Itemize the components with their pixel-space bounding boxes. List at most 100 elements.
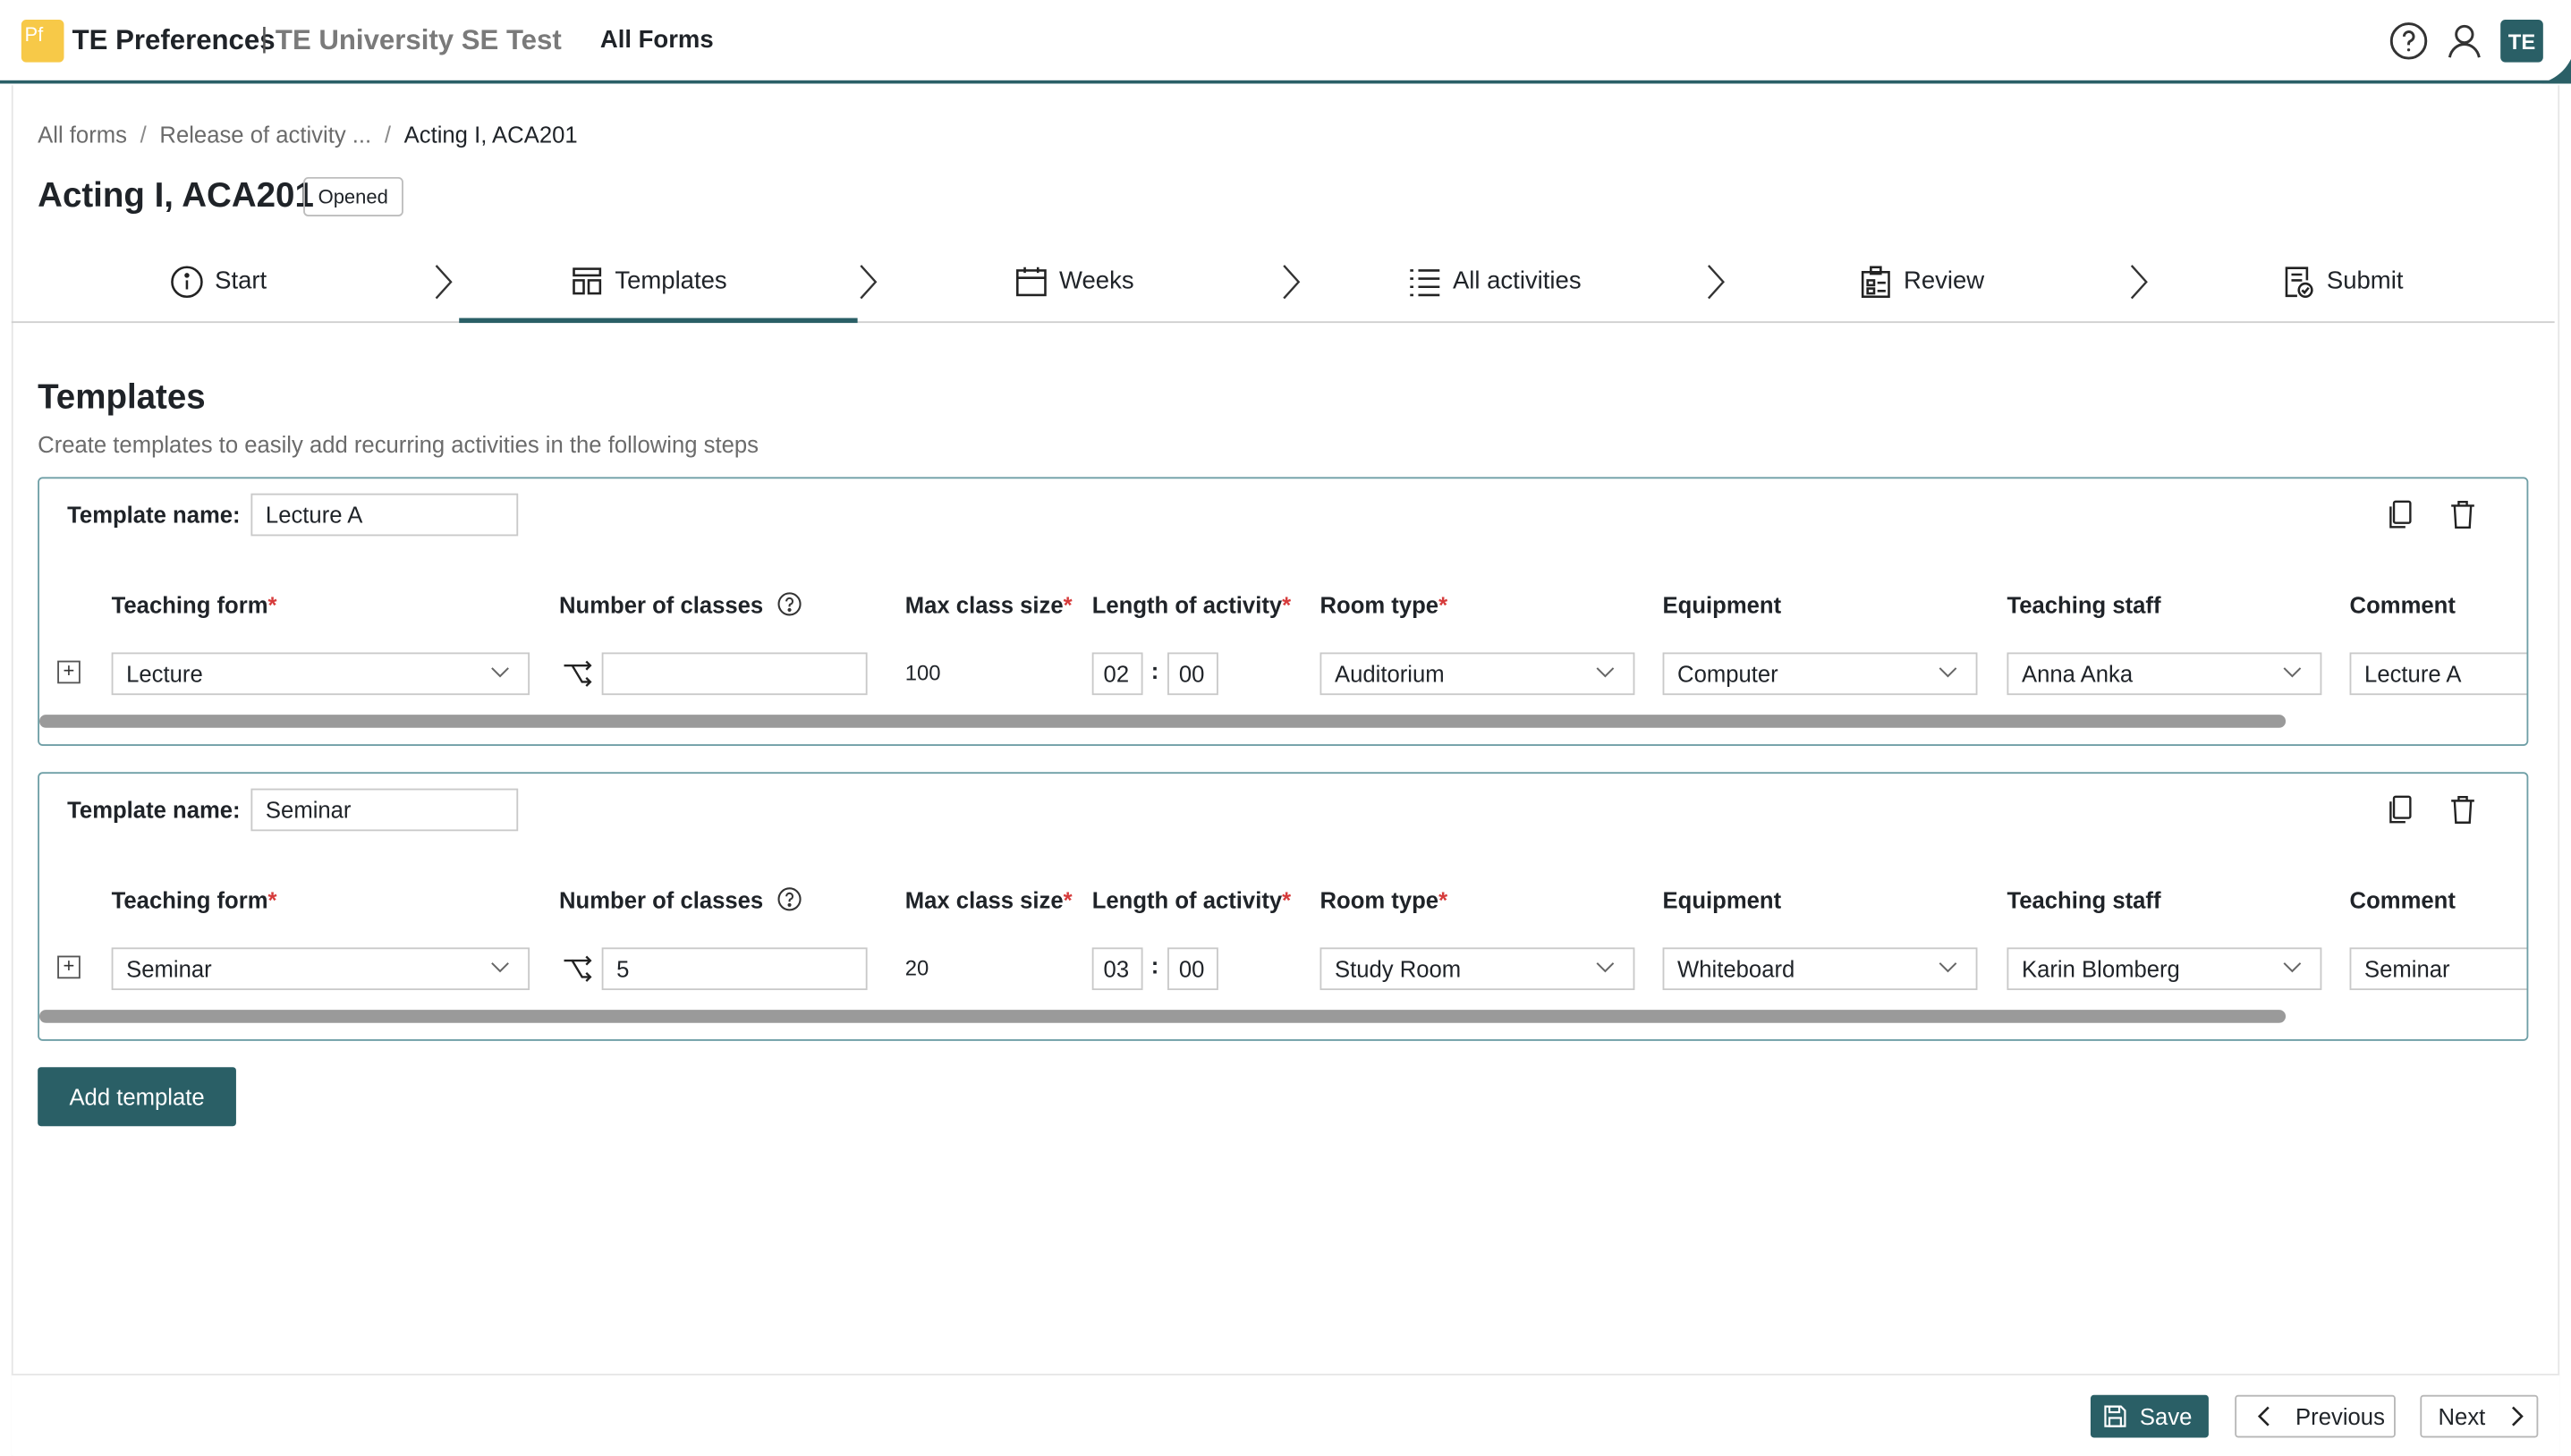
split-icon[interactable]	[563, 659, 592, 689]
avatar[interactable]: TE	[2500, 19, 2543, 63]
question-icon[interactable]	[776, 887, 801, 911]
template-card: Template name: Teaching form* Number of …	[38, 772, 2529, 1041]
section-subtitle: Create templates to easily add recurring…	[38, 431, 759, 458]
breadcrumb: All forms / Release of activity ... / Ac…	[38, 122, 577, 148]
step-label: Review	[1903, 267, 1985, 295]
page-title: Acting I, ACA201	[38, 176, 314, 216]
org-name: TE University SE Test	[275, 24, 562, 56]
breadcrumb-separator: /	[384, 121, 391, 148]
trash-icon[interactable]	[2449, 500, 2475, 529]
next-label: Next	[2438, 1402, 2486, 1430]
length-hours-input[interactable]	[1091, 652, 1143, 696]
room-type-select[interactable]: Auditorium	[1319, 652, 1635, 696]
teaching-staff-select[interactable]: Karin Blomberg	[2007, 947, 2322, 991]
chevron-down-icon	[1596, 962, 1615, 973]
save-icon	[2104, 1405, 2126, 1427]
split-icon[interactable]	[563, 954, 592, 984]
template-name-label: Template name:	[67, 501, 241, 529]
teaching-form-select[interactable]: Lecture	[111, 652, 530, 696]
step-all-activities[interactable]: All activities	[1408, 240, 1582, 323]
teaching-form-select[interactable]: Seminar	[111, 947, 530, 991]
previous-button[interactable]: Previous	[2235, 1394, 2396, 1438]
chevron-right-icon	[1707, 265, 1725, 300]
add-template-button[interactable]: Add template	[38, 1067, 236, 1127]
header-teaching-form: Teaching form*	[111, 886, 277, 913]
horizontal-scrollbar[interactable]	[38, 1010, 2287, 1023]
breadcrumb-current: Acting I, ACA201	[403, 121, 578, 148]
status-badge: Opened	[303, 176, 403, 216]
previous-label: Previous	[2295, 1402, 2385, 1430]
step-submit[interactable]: Submit	[2282, 240, 2403, 323]
copy-icon[interactable]	[2388, 500, 2414, 529]
header-room-type: Room type*	[1319, 886, 1448, 913]
equipment-select[interactable]: Whiteboard	[1662, 947, 1978, 991]
step-start[interactable]: Start	[171, 240, 267, 323]
header-length-of-activity: Length of activity*	[1091, 886, 1292, 913]
step-label: Start	[215, 267, 267, 295]
chevron-left-icon	[2257, 1406, 2270, 1426]
chevron-down-icon	[2283, 667, 2302, 678]
length-minutes-input[interactable]	[1167, 947, 1218, 991]
header-corner-accent	[2541, 58, 2571, 84]
app-logo: Pf	[21, 19, 64, 63]
header-max-class-size: Max class size*	[904, 886, 1073, 913]
room-type-select[interactable]: Study Room	[1319, 947, 1635, 991]
expand-icon[interactable]: +	[57, 955, 81, 979]
chevron-down-icon	[1939, 667, 1957, 678]
expand-icon[interactable]: +	[57, 660, 81, 684]
chevron-down-icon	[1596, 667, 1615, 678]
template-card: Template name: Teaching form* Number of …	[38, 477, 2529, 746]
template-name-label: Template name:	[67, 796, 241, 824]
question-icon[interactable]	[776, 592, 801, 616]
header-length-of-activity: Length of activity*	[1091, 591, 1292, 619]
equipment-select[interactable]: Computer	[1662, 652, 1978, 696]
help-icon[interactable]	[2389, 21, 2429, 61]
step-label: Weeks	[1059, 267, 1134, 295]
length-minutes-input[interactable]	[1167, 652, 1218, 696]
header-teaching-staff: Teaching staff	[2007, 886, 2161, 913]
number-of-classes-input[interactable]	[601, 652, 868, 696]
nav-all-forms[interactable]: All Forms	[600, 26, 714, 54]
breadcrumb-release[interactable]: Release of activity ...	[159, 122, 371, 148]
save-button[interactable]: Save	[2090, 1394, 2209, 1438]
step-label: Templates	[615, 267, 727, 295]
trash-icon[interactable]	[2449, 795, 2475, 825]
step-navigation: Start Templates Weeks All activities Rev…	[11, 240, 2555, 324]
info-icon	[171, 265, 203, 298]
template-name-input[interactable]	[250, 788, 519, 832]
length-hours-input[interactable]	[1091, 947, 1143, 991]
number-of-classes-input[interactable]	[601, 947, 868, 991]
chevron-down-icon	[2283, 962, 2302, 973]
chevron-right-icon	[1283, 265, 1301, 300]
chevron-right-icon	[2511, 1406, 2524, 1426]
horizontal-scrollbar[interactable]	[38, 715, 2287, 728]
copy-icon[interactable]	[2388, 795, 2414, 825]
review-icon	[1861, 265, 1890, 298]
header-teaching-form: Teaching form*	[111, 591, 277, 619]
header-room-type: Room type*	[1319, 591, 1448, 619]
step-review[interactable]: Review	[1860, 240, 1985, 323]
header-number-of-classes: Number of classes	[559, 887, 801, 913]
chevron-down-icon	[1939, 962, 1957, 973]
chevron-down-icon	[491, 667, 509, 678]
submit-icon	[2285, 266, 2313, 298]
chevron-right-icon	[435, 265, 453, 300]
template-name-input[interactable]	[250, 493, 519, 537]
step-templates[interactable]: Templates	[571, 240, 727, 323]
time-colon: :	[1150, 952, 1159, 979]
next-button[interactable]: Next	[2420, 1394, 2539, 1438]
app-title[interactable]: TE Preferences	[72, 24, 276, 57]
template-row: + Lecture 100 : Auditorium Computer Anna…	[39, 652, 2527, 698]
breadcrumb-all-forms[interactable]: All forms	[38, 122, 127, 148]
comment-input[interactable]	[2349, 947, 2527, 991]
user-icon[interactable]	[2445, 21, 2484, 61]
header-teaching-staff: Teaching staff	[2007, 591, 2161, 619]
section-title: Templates	[38, 378, 206, 417]
step-weeks[interactable]: Weeks	[1015, 240, 1134, 323]
max-class-size-value: 100	[904, 660, 941, 686]
header-comment: Comment	[2349, 591, 2456, 619]
comment-input[interactable]	[2349, 652, 2527, 696]
header-number-of-classes: Number of classes	[559, 592, 801, 618]
teaching-staff-select[interactable]: Anna Anka	[2007, 652, 2322, 696]
header-max-class-size: Max class size*	[904, 591, 1073, 619]
